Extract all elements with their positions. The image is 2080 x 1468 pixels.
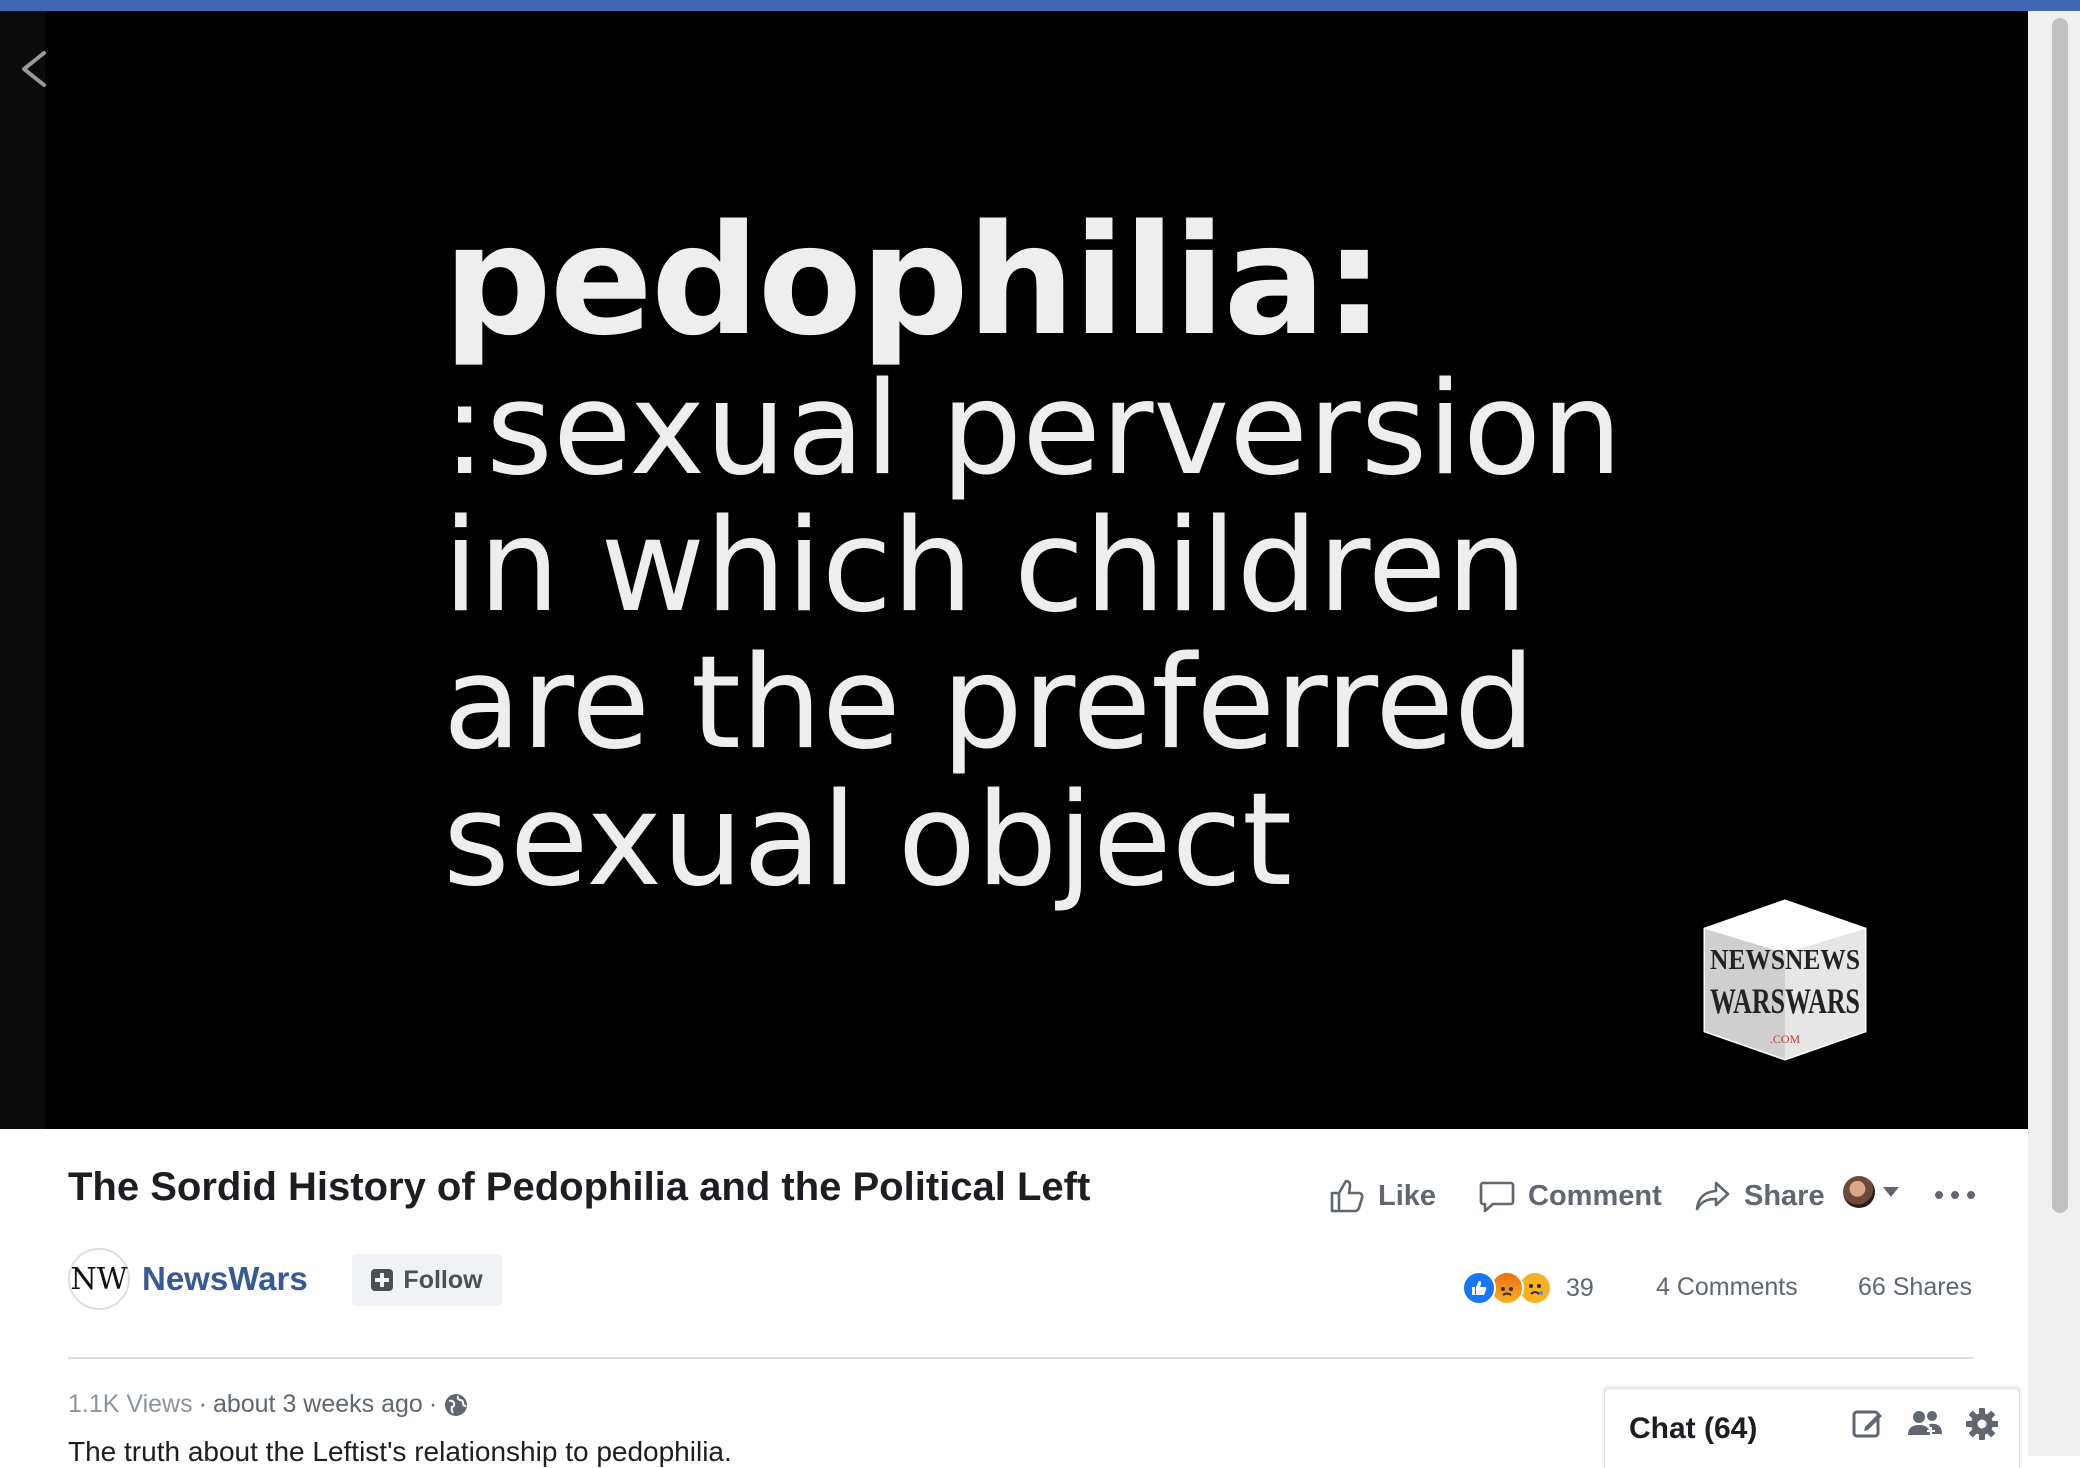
create-group-icon[interactable] (1907, 1407, 1943, 1441)
share-arrow-icon (1695, 1181, 1730, 1211)
post-timestamp[interactable]: about 3 weeks ago (213, 1390, 423, 1419)
page-name-link[interactable]: NewsWars (142, 1260, 308, 1298)
share-button[interactable]: Share (1694, 1172, 1825, 1220)
video-left-edge (0, 11, 45, 1129)
follow-label: Follow (403, 1265, 483, 1294)
comments-count-link[interactable]: 4 Comments (1656, 1273, 1798, 1302)
watermark-text-top: NEWSNEWS (1710, 945, 1860, 976)
chat-bar[interactable]: Chat (64) (1604, 1388, 2020, 1468)
scrollbar-thumb[interactable] (2052, 18, 2068, 1213)
page-avatar-initials: NW (70, 1261, 128, 1297)
like-label: Like (1378, 1179, 1437, 1212)
new-message-icon[interactable] (1851, 1407, 1885, 1441)
meta-separator: · (198, 1390, 207, 1418)
follow-button[interactable]: Follow (352, 1254, 502, 1306)
meta-separator: · (428, 1390, 438, 1418)
more-dots-icon (1935, 1191, 1943, 1199)
watermark-text-com: .COM (1770, 1032, 1801, 1046)
more-dots-icon (1951, 1191, 1959, 1199)
user-avatar (1843, 1176, 1875, 1208)
follow-plus-icon (371, 1269, 394, 1291)
chat-label[interactable]: Chat (64) (1629, 1412, 1757, 1446)
reaction-count: 39 (1566, 1273, 1594, 1302)
caption-line: in which children (443, 492, 1528, 641)
newswars-watermark-logo: NEWSNEWS WARSWARS .COM (1700, 891, 1870, 1071)
video-description: The truth about the Leftist's relationsh… (68, 1436, 732, 1467)
view-count: 1.1K Views (68, 1390, 193, 1418)
thumbs-up-icon (1330, 1179, 1364, 1213)
video-title: The Sordid History of Pedophilia and the… (68, 1165, 1091, 1209)
page-avatar[interactable]: NW (68, 1248, 130, 1310)
caption-line: are the preferred (443, 629, 1536, 778)
gear-icon[interactable] (1965, 1407, 1999, 1441)
globe-icon (445, 1393, 468, 1416)
post-meta: 1.1K Views · about 3 weeks ago · (68, 1390, 469, 1419)
comment-button[interactable]: Comment (1478, 1172, 1662, 1220)
more-dots-icon (1967, 1191, 1975, 1199)
caption-line: :sexual perversion (443, 355, 1623, 504)
comment-icon (1479, 1181, 1515, 1213)
more-options-button[interactable] (1935, 1180, 1975, 1210)
shares-count-link[interactable]: 66 Shares (1858, 1273, 1972, 1302)
share-label: Share (1744, 1179, 1825, 1212)
chevron-down-icon (1883, 1187, 1899, 1197)
back-arrow-icon[interactable] (14, 39, 54, 99)
section-divider (68, 1357, 1974, 1359)
browser-top-bar (0, 0, 2080, 11)
caption-line: sexual object (443, 766, 1293, 915)
comment-label: Comment (1528, 1179, 1662, 1212)
like-button[interactable]: Like (1328, 1172, 1436, 1220)
like-reaction-icon (1462, 1271, 1496, 1305)
video-player[interactable]: pedophilia: :sexual perversion in which … (0, 11, 2028, 1129)
audience-selector[interactable] (1843, 1176, 1899, 1208)
watermark-text-bottom: WARSWARS (1710, 981, 1860, 1021)
video-caption: pedophilia: :sexual perversion in which … (443, 192, 1743, 915)
reactions-summary[interactable]: 39 (1462, 1271, 1594, 1305)
caption-headline: pedophilia: (443, 192, 1385, 369)
